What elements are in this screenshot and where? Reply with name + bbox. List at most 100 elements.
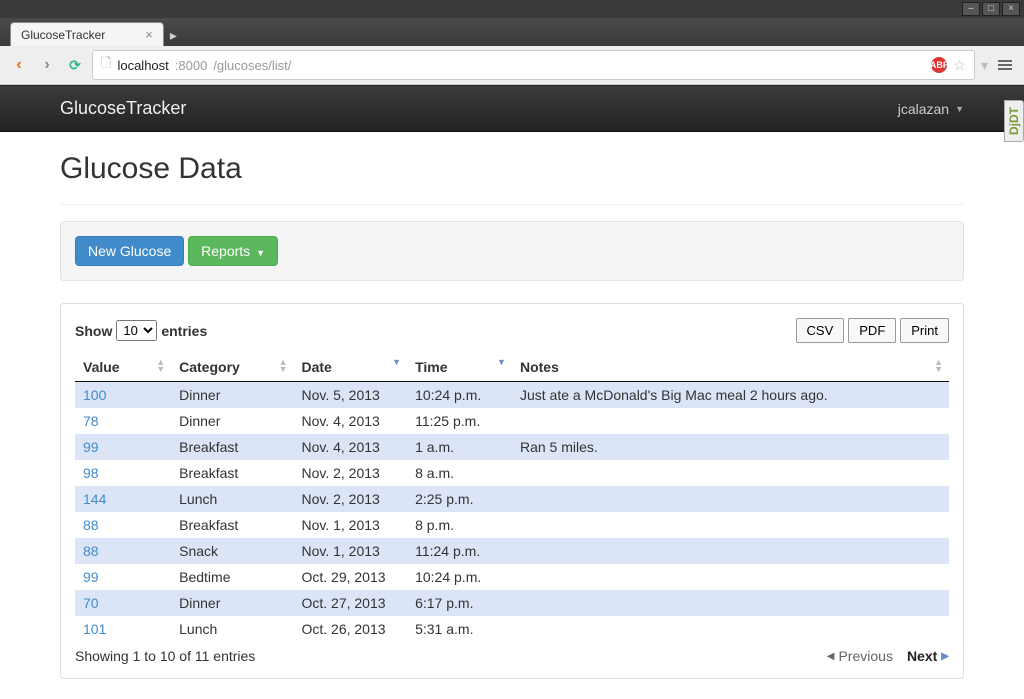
url-input[interactable]: 🗋 localhost :8000/glucoses/list/ ABP ☆ <box>92 50 975 80</box>
cell-date: Nov. 4, 2013 <box>293 434 407 460</box>
cell-category: Bedtime <box>171 564 293 590</box>
table-header-row: Value▲▼ Category▲▼ Date▼ Time▼ Notes▲▼ <box>75 353 949 382</box>
tab-strip: GlucoseTracker × ▸ <box>0 18 1024 46</box>
brand-link[interactable]: GlucoseTracker <box>60 98 186 119</box>
cell-notes <box>512 590 949 616</box>
cell-notes <box>512 538 949 564</box>
debug-toolbar-badge[interactable]: DjDT <box>1004 100 1024 142</box>
previous-button[interactable]: ◀ Previous <box>827 648 893 664</box>
table-controls: Show 10 entries CSV PDF Print <box>75 318 949 343</box>
cell-notes <box>512 512 949 538</box>
page-size-select[interactable]: 10 <box>116 320 157 341</box>
col-notes[interactable]: Notes▲▼ <box>512 353 949 382</box>
table-row: 144LunchNov. 2, 20132:25 p.m. <box>75 486 949 512</box>
triangle-right-icon: ▶ <box>941 651 949 662</box>
cell-time: 11:25 p.m. <box>407 408 512 434</box>
cell-date: Nov. 2, 2013 <box>293 486 407 512</box>
hamburger-menu-icon[interactable] <box>994 56 1016 74</box>
next-button[interactable]: Next ▶ <box>907 648 949 664</box>
close-window-button[interactable]: × <box>1002 2 1020 16</box>
cell-notes: Ran 5 miles. <box>512 434 949 460</box>
url-port: :8000 <box>175 58 208 73</box>
export-print-button[interactable]: Print <box>900 318 949 343</box>
table-row: 88BreakfastNov. 1, 20138 p.m. <box>75 512 949 538</box>
table-row: 98BreakfastNov. 2, 20138 a.m. <box>75 460 949 486</box>
cell-value[interactable]: 144 <box>75 486 171 512</box>
cell-value[interactable]: 100 <box>75 382 171 409</box>
cell-category: Breakfast <box>171 512 293 538</box>
bookmark-icon[interactable]: ☆ <box>953 57 966 74</box>
url-host: localhost <box>117 58 168 73</box>
cell-notes <box>512 460 949 486</box>
user-name: jcalazan <box>898 101 949 117</box>
cell-value[interactable]: 98 <box>75 460 171 486</box>
window-controls: – □ × <box>0 0 1024 18</box>
table-row: 99BedtimeOct. 29, 201310:24 p.m. <box>75 564 949 590</box>
forward-button[interactable]: › <box>36 54 58 76</box>
minimize-button[interactable]: – <box>962 2 980 16</box>
col-time[interactable]: Time▼ <box>407 353 512 382</box>
cell-value[interactable]: 99 <box>75 434 171 460</box>
cell-value[interactable]: 88 <box>75 538 171 564</box>
reload-button[interactable]: ⟳ <box>64 54 86 76</box>
cell-date: Oct. 29, 2013 <box>293 564 407 590</box>
export-buttons: CSV PDF Print <box>796 318 949 343</box>
cell-value[interactable]: 70 <box>75 590 171 616</box>
back-button[interactable]: ‹ <box>8 54 30 76</box>
cell-time: 8 p.m. <box>407 512 512 538</box>
col-category[interactable]: Category▲▼ <box>171 353 293 382</box>
adblock-icon[interactable]: ABP <box>931 57 947 73</box>
cell-time: 5:31 a.m. <box>407 616 512 642</box>
export-csv-button[interactable]: CSV <box>796 318 845 343</box>
cell-category: Dinner <box>171 408 293 434</box>
url-path: /glucoses/list/ <box>213 58 291 73</box>
cell-value[interactable]: 101 <box>75 616 171 642</box>
cell-value[interactable]: 78 <box>75 408 171 434</box>
cell-date: Nov. 1, 2013 <box>293 512 407 538</box>
sort-desc-icon: ▼ <box>497 359 506 366</box>
maximize-button[interactable]: □ <box>982 2 1000 16</box>
cell-category: Snack <box>171 538 293 564</box>
table-footer: Showing 1 to 10 of 11 entries ◀ Previous… <box>75 648 949 664</box>
cell-date: Nov. 4, 2013 <box>293 408 407 434</box>
table-row: 78DinnerNov. 4, 201311:25 p.m. <box>75 408 949 434</box>
user-menu[interactable]: jcalazan ▼ <box>898 101 964 117</box>
new-glucose-button[interactable]: New Glucose <box>75 236 184 266</box>
cell-notes <box>512 564 949 590</box>
cell-category: Lunch <box>171 616 293 642</box>
cell-category: Breakfast <box>171 460 293 486</box>
table-panel: Show 10 entries CSV PDF Print Value▲▼ Ca… <box>60 303 964 679</box>
page-content: Glucose Data New Glucose Reports ▼ Show … <box>0 132 1024 699</box>
divider <box>60 204 964 205</box>
table-row: 101LunchOct. 26, 20135:31 a.m. <box>75 616 949 642</box>
cell-time: 2:25 p.m. <box>407 486 512 512</box>
show-label-post: entries <box>161 323 207 339</box>
cell-date: Nov. 1, 2013 <box>293 538 407 564</box>
reports-dropdown-button[interactable]: Reports ▼ <box>188 236 278 266</box>
page-icon: 🗋 <box>101 54 111 76</box>
export-pdf-button[interactable]: PDF <box>848 318 896 343</box>
table-row: 88SnackNov. 1, 201311:24 p.m. <box>75 538 949 564</box>
reports-label: Reports <box>201 243 250 259</box>
close-tab-icon[interactable]: × <box>145 27 153 42</box>
cell-value[interactable]: 88 <box>75 512 171 538</box>
col-value[interactable]: Value▲▼ <box>75 353 171 382</box>
app-navbar: GlucoseTracker jcalazan ▼ <box>0 86 1024 132</box>
sort-icon: ▲▼ <box>934 359 943 373</box>
cell-notes: Just ate a McDonald's Big Mac meal 2 hou… <box>512 382 949 409</box>
address-bar: ‹ › ⟳ 🗋 localhost :8000/glucoses/list/ AB… <box>0 46 1024 85</box>
sort-desc-icon: ▼ <box>392 359 401 366</box>
cell-time: 1 a.m. <box>407 434 512 460</box>
table-row: 99BreakfastNov. 4, 20131 a.m.Ran 5 miles… <box>75 434 949 460</box>
chevron-down-icon[interactable]: ▾ <box>981 57 988 74</box>
col-date[interactable]: Date▼ <box>293 353 407 382</box>
cell-notes <box>512 616 949 642</box>
cell-date: Nov. 2, 2013 <box>293 460 407 486</box>
new-tab-button[interactable]: ▸ <box>164 25 183 46</box>
sort-icon: ▲▼ <box>156 359 165 373</box>
cell-value[interactable]: 99 <box>75 564 171 590</box>
cell-category: Breakfast <box>171 434 293 460</box>
tab-title: GlucoseTracker <box>21 28 105 42</box>
browser-chrome: – □ × GlucoseTracker × ▸ ‹ › ⟳ 🗋 localho… <box>0 0 1024 86</box>
browser-tab[interactable]: GlucoseTracker × <box>10 22 164 46</box>
